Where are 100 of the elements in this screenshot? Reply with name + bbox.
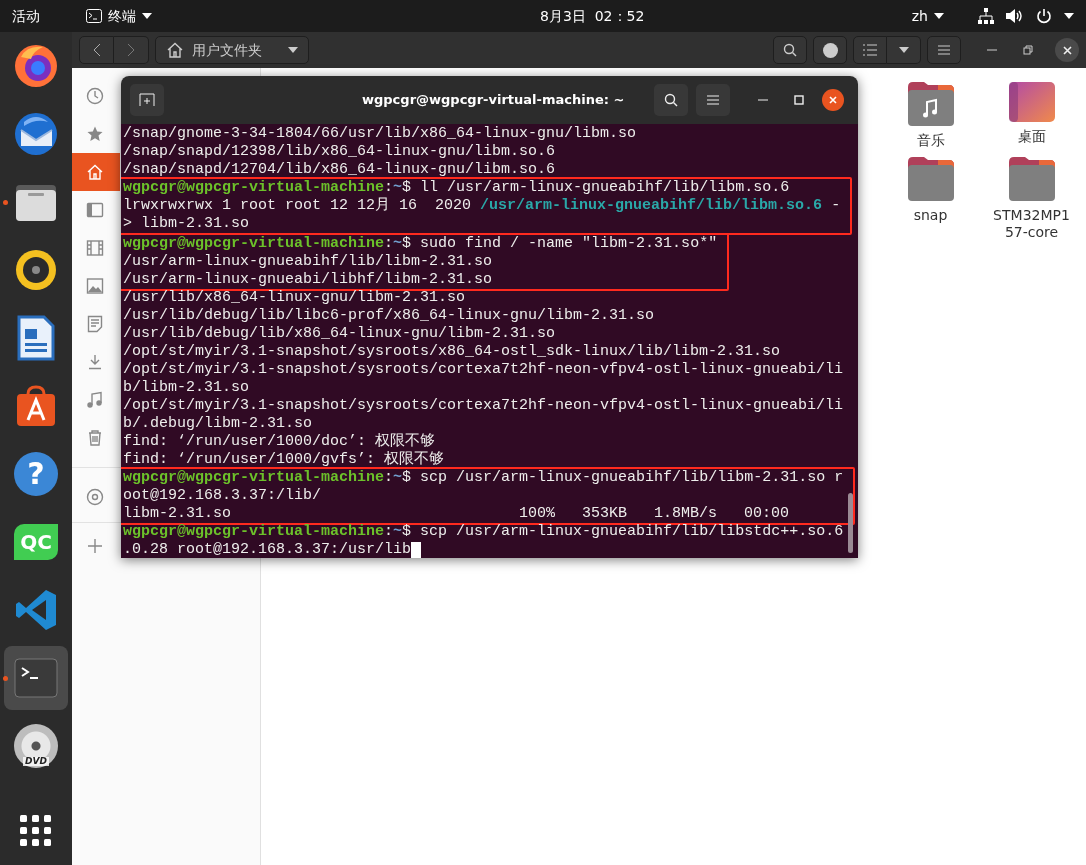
minimize-icon: [987, 49, 997, 51]
terminal-line: wgpcgr@wgpcgr-virtual-machine:~$ sudo find / -name "libm-2.31.so*": [123, 235, 718, 253]
file-item[interactable]: 音乐: [880, 82, 981, 149]
music-folder-icon: [907, 82, 954, 126]
dock-item[interactable]: ?: [4, 442, 68, 506]
document-icon: [16, 315, 56, 361]
terminal-line: lrwxrwxrwx 1 root root 12 12月 16 2020 /usr/arm-linux-gnueabihf/lib/libm.so.6 -: [123, 197, 841, 215]
minimize-icon: [758, 99, 769, 101]
app-menu[interactable]: 终端: [86, 5, 152, 27]
desktop-folder-icon: [1008, 82, 1055, 122]
firefox-icon: [13, 43, 59, 89]
location-button[interactable]: 用户文件夹: [155, 36, 309, 64]
qt-creator-icon: QC: [14, 524, 58, 560]
terminal-line: /usr/lib/debug/lib/x86_64-linux-gnu/libm-2.31.so: [123, 325, 557, 343]
terminal-line: /opt/st/myir/3.1-snapshot/sysroots/x86_64-ostl_sdk-linux/lib/libm-2.31.so: [123, 343, 782, 361]
terminal-line: > libm-2.31.so: [123, 215, 251, 233]
caret-icon: [1064, 13, 1074, 19]
running-indicator: [3, 676, 8, 681]
film-icon: [86, 239, 104, 257]
terminal-line: /usr/lib/debug/lib/libc6-prof/x86_64-linux-gnu/libm-2.31.so: [123, 307, 656, 325]
terminal-line: find: ‘/run/user/1000/gvfs’: 权限不够: [123, 451, 446, 469]
terminal-line: /usr/arm-linux-gnueabihf/lib/libm-2.31.so: [123, 253, 494, 271]
terminal-line: wgpcgr@wgpcgr-virtual-machine:~$ ll /usr/arm-linux-gnueabihf/lib/libm.so.6: [123, 179, 791, 197]
terminal-line: libm-2.31.so 100% 353KB 1.8MB/s 00:00: [123, 505, 791, 523]
view-options-button[interactable]: [887, 36, 921, 64]
home-icon: [86, 163, 104, 181]
trash-icon: [86, 429, 104, 447]
caret-icon: [288, 47, 298, 53]
dvd-icon: DVD: [14, 724, 58, 768]
list-icon: [863, 44, 877, 56]
input-method-menu[interactable]: zh: [911, 5, 944, 27]
close-icon: [829, 96, 838, 104]
file-item[interactable]: snap: [880, 157, 981, 241]
search-icon: [783, 43, 797, 57]
disc-icon: [86, 488, 104, 506]
activities-button[interactable]: 活动: [12, 5, 70, 27]
dock-item[interactable]: DVD: [4, 714, 68, 778]
file-item[interactable]: 桌面: [981, 82, 1082, 149]
terminal-line: wgpcgr@wgpcgr-virtual-machine:~$ scp /usr/arm-linux-gnueabihf/lib/libm-2.31.so r: [123, 469, 844, 487]
menu-button[interactable]: [696, 84, 731, 116]
folder-icon: [1008, 157, 1055, 201]
status-button[interactable]: [813, 36, 847, 64]
terminal-line: .0.28 root@192.168.3.37:/usr/lib: [123, 541, 858, 558]
plus-icon: [86, 537, 104, 555]
desktop-icon: [86, 201, 104, 219]
close-button[interactable]: [822, 89, 845, 111]
menu-icon: [938, 45, 950, 55]
caret-icon: [142, 13, 152, 19]
terminal-line: /usr/lib/x86_64-linux-gnu/libm-2.31.so: [123, 289, 467, 307]
speaker-icon: [14, 248, 58, 292]
terminal-line: /snap/snapd/12398/lib/x86_64-linux-gnu/libm.so.6: [123, 143, 557, 161]
app-grid-icon: [20, 815, 52, 847]
chevron-left-icon: [92, 43, 101, 57]
star-icon: [86, 125, 104, 143]
search-button[interactable]: [654, 84, 689, 116]
terminal-line: find: ‘/run/user/1000/doc’: 权限不够: [123, 433, 437, 451]
image-icon: [86, 277, 104, 295]
maximize-icon: [794, 95, 805, 105]
clock[interactable]: 8月3日 02：52: [540, 5, 645, 27]
caret-icon: [898, 47, 909, 53]
terminal-line: b/libm-2.31.so: [123, 379, 251, 397]
terminal-line: /opt/st/myir/3.1-snapshot/sysroots/cortexa7t2hf-neon-vfpv4-ostl-linux-gnueabi/li: [123, 361, 845, 379]
clock-icon: [86, 87, 104, 105]
terminal-icon: [14, 658, 58, 698]
terminal-line: /snap/gnome-3-34-1804/66/usr/lib/x86_64-linux-gnu/libm.so: [123, 125, 638, 143]
search-icon: [664, 93, 679, 107]
close-icon: [1062, 45, 1072, 55]
terminal-line: /usr/arm-linux-gnueabi/libhf/libm-2.31.so: [123, 271, 494, 289]
file-item[interactable]: STM32MP157-core: [981, 157, 1082, 241]
window-title: wgpcgr@wgpcgr-virtual-machine: ~: [362, 91, 625, 110]
scrollbar: [848, 493, 853, 553]
folder-icon: [907, 157, 954, 201]
caret-icon: [934, 13, 944, 19]
music-note-icon: [86, 391, 104, 409]
terminal-line: /snap/snapd/12704/lib/x86_64-linux-gnu/libm.so.6: [123, 161, 557, 179]
terminal-line: /opt/st/myir/3.1-snapshot/sysroots/cortexa7t2hf-neon-vfpv4-ostl-linux-gnueabi/li: [123, 397, 845, 415]
new-tab-button[interactable]: [130, 84, 164, 116]
menu-button[interactable]: [927, 36, 961, 64]
document-icon: [86, 315, 104, 333]
code-editor-icon: [14, 588, 58, 632]
menu-icon: [707, 95, 720, 105]
new-tab-icon: [139, 93, 155, 107]
terminal-icon: [86, 9, 102, 23]
chevron-right-icon: [127, 43, 135, 57]
restore-icon: [1023, 45, 1033, 55]
search-button[interactable]: [773, 36, 807, 64]
help-icon: ?: [14, 452, 58, 496]
volume-icon: [1006, 8, 1024, 24]
close-button[interactable]: [1055, 38, 1079, 62]
terminal-line: b/.debug/libm-2.31.so: [123, 415, 314, 433]
system-menu[interactable]: [978, 8, 1074, 24]
sidebar-item[interactable]: [72, 153, 120, 191]
home-icon: [166, 41, 184, 59]
power-icon: [1036, 8, 1052, 24]
shopping-bag-icon: [14, 384, 58, 428]
thunderbird-icon: [12, 110, 60, 158]
list-view-button[interactable]: [853, 36, 887, 64]
running-indicator: [3, 200, 8, 205]
download-icon: [86, 353, 104, 371]
terminal-line: oot@192.168.3.37:/lib/: [123, 487, 323, 505]
